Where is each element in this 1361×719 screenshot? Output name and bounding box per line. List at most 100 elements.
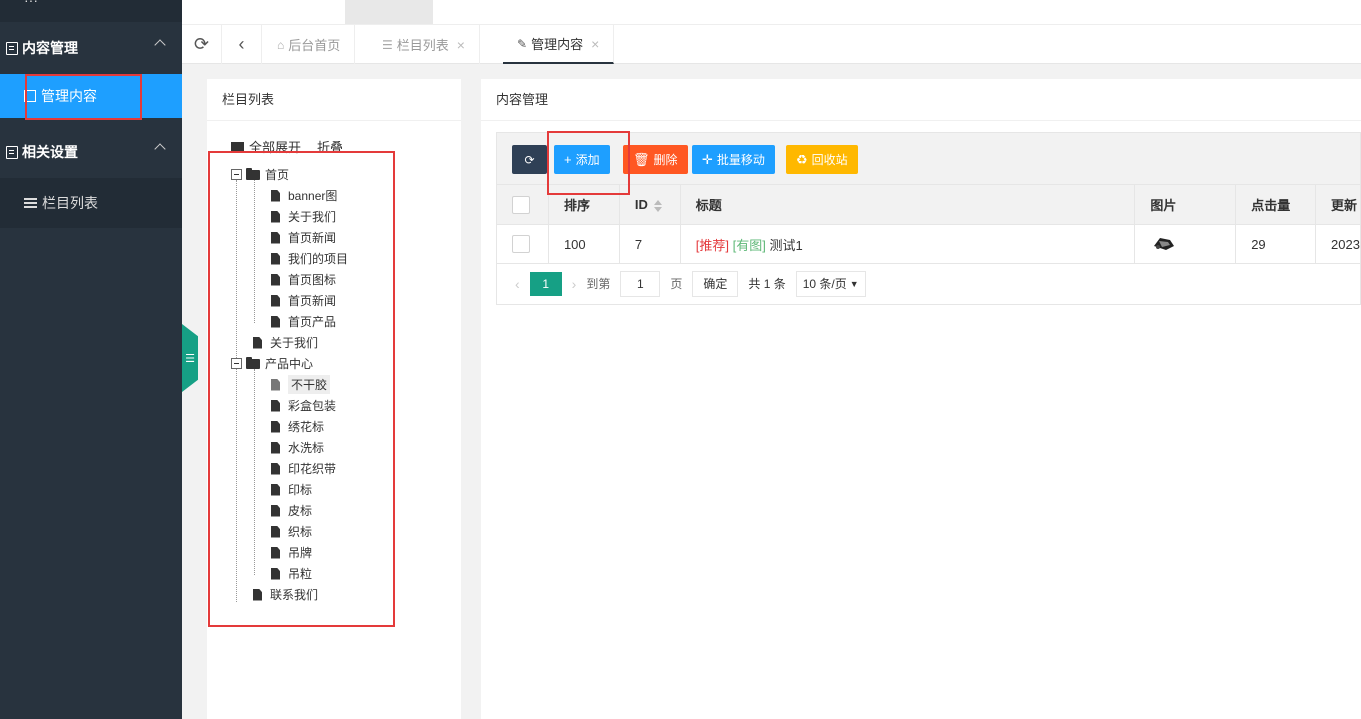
file-icon <box>271 210 280 223</box>
close-icon[interactable]: × <box>457 37 465 53</box>
file-icon <box>271 525 280 538</box>
back-button[interactable]: ‹ <box>222 25 262 64</box>
content-panel: 内容管理 ⟳ + 添加 🗑 删除 ✛ 批量移动 ♻ 回收站 排序 ID 标题 图… <box>481 79 1361 719</box>
column-header-image: 图片 <box>1134 184 1237 225</box>
indent-icon: ☰ <box>185 352 195 365</box>
reload-button[interactable]: ⟳ <box>512 145 547 174</box>
tree-node[interactable]: 绣花标 <box>231 416 348 437</box>
delete-button[interactable]: 🗑 删除 <box>623 145 688 174</box>
tree-node[interactable]: 彩盒包装 <box>231 395 348 416</box>
file-icon <box>271 378 280 391</box>
tree-node[interactable]: 我们的项目 <box>231 248 348 269</box>
tree-node-selected[interactable]: 不干胶 <box>231 374 348 395</box>
page-number-input[interactable]: 1 <box>620 270 661 297</box>
batch-move-button[interactable]: ✛ 批量移动 <box>692 145 775 174</box>
select-all-cell[interactable] <box>496 184 549 225</box>
tab-category-list[interactable]: ☰ 栏目列表 × <box>368 25 480 64</box>
tree-node-products[interactable]: 产品中心 <box>231 353 348 374</box>
cell-updated: 2023 <box>1315 224 1361 264</box>
tree-node-home[interactable]: 首页 <box>231 164 348 185</box>
folder-open-icon <box>246 167 260 180</box>
tree-node[interactable]: 首页图标 <box>231 269 348 290</box>
tab-manage-content[interactable]: ✎ 管理内容 × <box>503 25 615 64</box>
top-header <box>182 0 1361 24</box>
tree-node[interactable]: 关于我们 <box>231 206 348 227</box>
edit-icon <box>6 41 18 55</box>
sidebar-group-content[interactable]: 内容管理 <box>0 22 182 74</box>
page-size-select[interactable]: 10 条/页 ▼ <box>795 270 866 297</box>
tree-node[interactable]: 吊粒 <box>231 563 348 584</box>
cell-image[interactable] <box>1134 224 1237 264</box>
header-nav-slot[interactable] <box>345 0 433 24</box>
tree-node[interactable]: 印花织带 <box>231 458 348 479</box>
product-thumbnail-icon[interactable] <box>1150 234 1176 252</box>
tree-node-about[interactable]: 关于我们 <box>231 332 348 353</box>
tree-node[interactable]: 首页产品 <box>231 311 348 332</box>
panel-title: 内容管理 <box>481 79 1361 121</box>
tree-node[interactable]: 印标 <box>231 479 348 500</box>
sidebar: ··· 内容管理 管理内容 相关设置 栏目列表 <box>0 0 182 719</box>
prev-page-icon[interactable]: ‹ <box>515 276 520 292</box>
chevron-up-icon <box>154 39 166 51</box>
file-icon <box>271 294 280 307</box>
tree-node[interactable]: banner图 <box>231 185 348 206</box>
content-table: 排序 ID 标题 图片 点击量 更新 100 7 [推荐] [有图] 测试1 2… <box>496 184 1361 264</box>
column-header-id[interactable]: ID <box>618 184 681 225</box>
tree-node[interactable]: 吊牌 <box>231 542 348 563</box>
pagination: ‹ 1 › 到第 1 页 确定 共 1 条 10 条/页 ▼ <box>496 263 1361 305</box>
collapse-handle[interactable]: ☰ <box>182 324 198 392</box>
tab-label: 栏目列表 <box>396 38 449 53</box>
tree-node[interactable]: 水洗标 <box>231 437 348 458</box>
column-header-clicks: 点击量 <box>1235 184 1317 225</box>
file-icon <box>271 252 280 265</box>
collapse-toggle-icon[interactable] <box>231 358 242 369</box>
file-icon <box>271 483 280 496</box>
tree-node[interactable]: 首页新闻 <box>231 290 348 311</box>
list-icon: ☰ <box>382 37 393 52</box>
table-row[interactable]: 100 7 [推荐] [有图] 测试1 29 2023 <box>496 224 1361 264</box>
tree-node[interactable]: 首页新闻 <box>231 227 348 248</box>
sidebar-item-category-list[interactable]: 栏目列表 <box>0 178 182 228</box>
collapse-toggle-icon[interactable] <box>231 169 242 180</box>
collapse-link[interactable]: 折叠 <box>317 137 343 156</box>
chevron-up-icon <box>154 143 166 155</box>
expand-all-link[interactable]: 全部展开 <box>249 137 301 156</box>
refresh-icon: ⟳ <box>524 152 535 167</box>
sidebar-item-manage-content[interactable]: 管理内容 <box>0 74 182 118</box>
column-header-sort[interactable]: 排序 <box>547 184 620 225</box>
refresh-button[interactable]: ⟳ <box>182 25 222 64</box>
close-icon[interactable]: × <box>591 36 599 52</box>
cell-id: 7 <box>618 224 681 264</box>
file-icon <box>271 231 280 244</box>
current-page[interactable]: 1 <box>529 271 562 296</box>
row-select-cell[interactable] <box>496 224 549 264</box>
tree-node-contact[interactable]: 联系我们 <box>231 584 348 605</box>
recycle-bin-button[interactable]: ♻ 回收站 <box>786 145 858 174</box>
file-icon <box>271 273 280 286</box>
select-all-checkbox[interactable] <box>512 195 530 214</box>
trash-icon: 🗑 <box>633 151 650 167</box>
recycle-icon: ♻ <box>796 151 808 167</box>
row-checkbox[interactable] <box>512 235 530 253</box>
cell-title[interactable]: [推荐] [有图] 测试1 <box>679 224 1136 264</box>
edit-icon: ✎ <box>517 36 528 51</box>
sort-icon[interactable] <box>653 199 662 212</box>
goto-confirm-button[interactable]: 确定 <box>692 270 739 297</box>
file-icon <box>271 420 280 433</box>
tree-node[interactable]: 织标 <box>231 521 348 542</box>
settings-doc-icon <box>6 145 18 159</box>
sidebar-group-label: 相关设置 <box>22 144 78 160</box>
category-tree-panel: 栏目列表 全部展开 折叠 首页 banner图 关于我们 首页新闻 我们的项目 … <box>207 79 461 719</box>
file-icon <box>271 189 280 202</box>
add-button[interactable]: + 添加 <box>554 145 610 174</box>
tree-tools: 全部展开 折叠 <box>231 137 343 156</box>
move-icon: ✛ <box>702 151 713 167</box>
sidebar-group-settings[interactable]: 相关设置 <box>0 126 182 178</box>
home-icon: ⌂ <box>277 37 285 52</box>
next-page-icon[interactable]: › <box>572 276 577 292</box>
tab-home[interactable]: ⌂ 后台首页 <box>263 25 356 64</box>
tree-node[interactable]: 皮标 <box>231 500 348 521</box>
file-icon <box>253 588 262 601</box>
file-icon <box>253 336 262 349</box>
file-icon <box>271 567 280 580</box>
